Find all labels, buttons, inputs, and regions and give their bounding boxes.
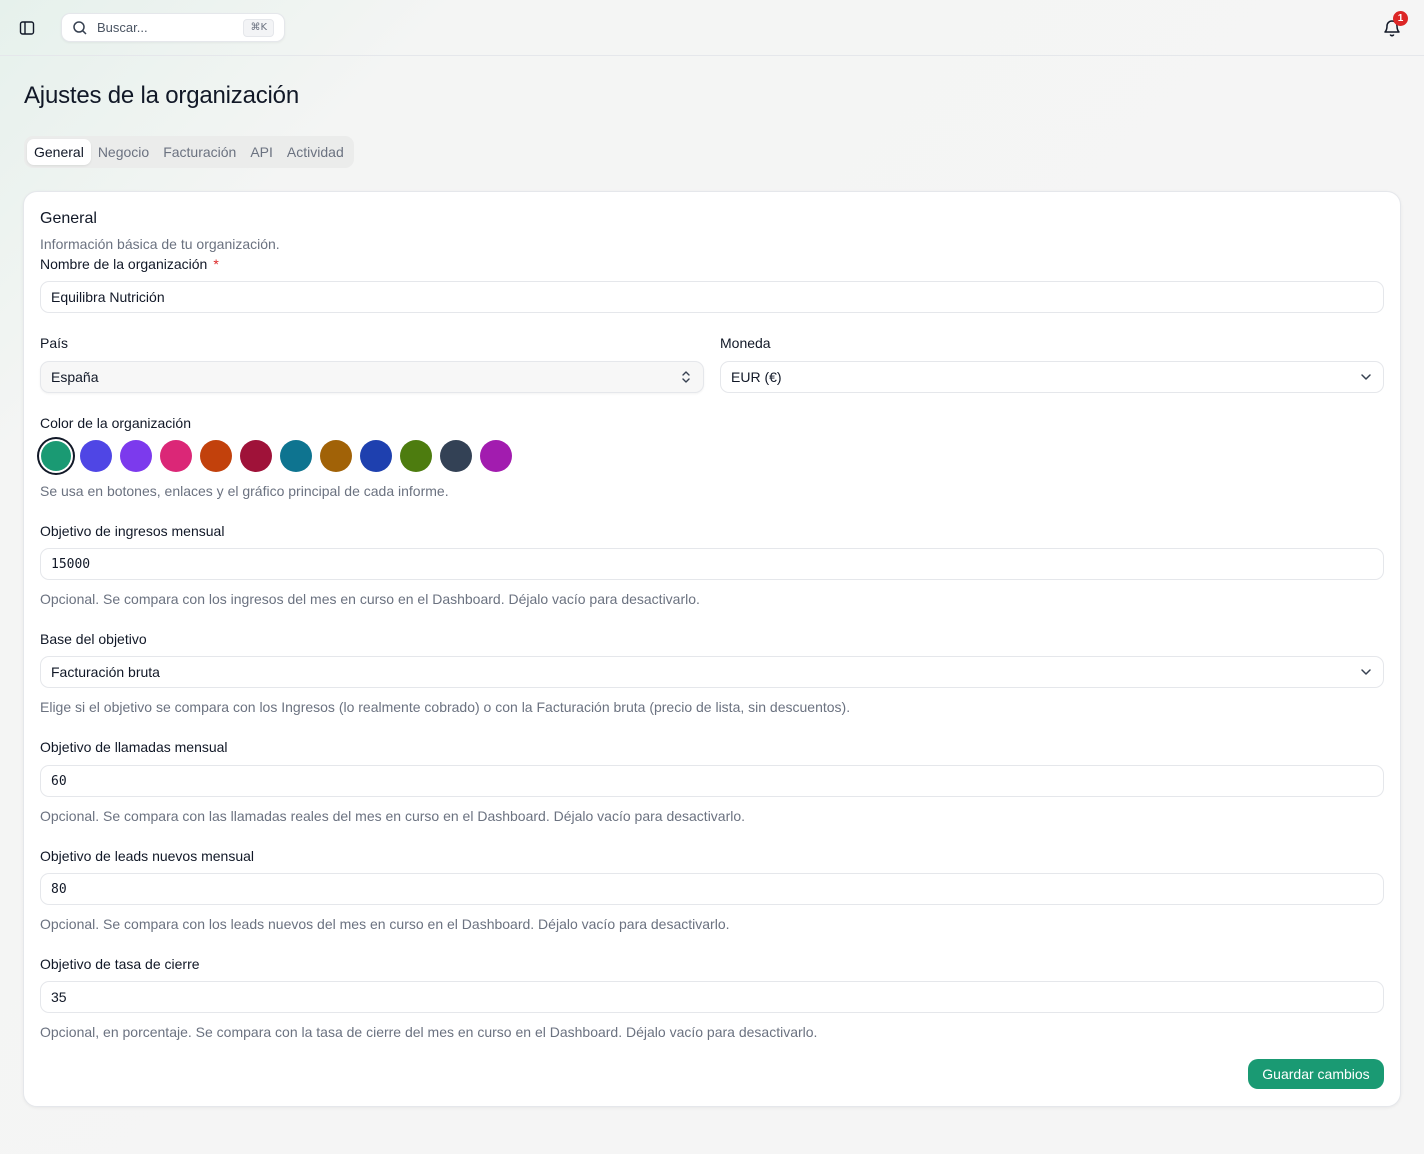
tab-general[interactable]: General [27,139,91,165]
org-name-label-text: Nombre de la organización [40,256,208,272]
calls-goal-input[interactable] [40,765,1384,797]
org-name-label: Nombre de la organización * [40,256,219,272]
notifications-badge: 1 [1393,11,1408,26]
tab-negocio[interactable]: Negocio [91,139,156,165]
color-swatch[interactable] [200,440,232,472]
color-swatch[interactable] [480,440,512,472]
currency-select[interactable]: EUR (€) [720,361,1384,393]
revenue-goal-label: Objetivo de ingresos mensual [40,523,225,539]
org-name-input[interactable] [40,281,1384,313]
calls-goal-label: Objetivo de llamadas mensual [40,739,228,755]
chevron-up-down-icon [679,370,693,384]
color-swatch[interactable] [80,440,112,472]
color-swatch[interactable] [280,440,312,472]
card-description: Información básica de tu organización. [40,236,280,252]
color-swatch[interactable] [240,440,272,472]
search-box[interactable]: ⌘K [61,13,285,42]
close-rate-goal-help: Opcional, en porcentaje. Se compara con … [40,1024,818,1040]
color-swatch[interactable] [120,440,152,472]
top-bar: ⌘K 1 [0,0,1424,56]
currency-label: Moneda [720,335,771,351]
leads-goal-input[interactable] [40,873,1384,905]
card-title: General [40,210,97,227]
tab-api[interactable]: API [243,139,280,165]
search-shortcut-hint: ⌘K [243,19,274,37]
goal-basis-select[interactable]: Facturación bruta [40,656,1384,688]
country-select[interactable]: España [40,361,704,393]
goal-basis-help: Elige si el objetivo se compara con los … [40,699,851,715]
save-button[interactable]: Guardar cambios [1248,1059,1384,1089]
leads-goal-label: Objetivo de leads nuevos mensual [40,848,255,864]
color-swatch[interactable] [360,440,392,472]
revenue-goal-input[interactable] [40,548,1384,580]
org-color-label: Color de la organización [40,415,191,431]
tab-facturacion[interactable]: Facturación [156,139,243,165]
goal-basis-label: Base del objetivo [40,631,147,647]
revenue-goal-help: Opcional. Se compara con los ingresos de… [40,591,700,607]
currency-select-value: EUR (€) [731,369,782,385]
chevron-down-icon [1359,370,1373,384]
color-swatch[interactable] [400,440,432,472]
color-swatch[interactable] [41,441,71,471]
calls-goal-help: Opcional. Se compara con las llamadas re… [40,808,746,824]
search-input[interactable] [97,20,237,35]
country-label: País [40,335,69,351]
org-color-help: Se usa en botones, enlaces y el gráfico … [40,483,449,499]
sidebar-toggle-icon[interactable] [16,17,38,39]
general-settings-card: General Información básica de tu organiz… [23,191,1401,1107]
leads-goal-help: Opcional. Se compara con los leads nuevo… [40,916,730,932]
close-rate-goal-label: Objetivo de tasa de cierre [40,956,200,972]
page-title: Ajustes de la organización [24,82,299,109]
color-swatch[interactable] [440,440,472,472]
country-select-value: España [51,369,99,385]
close-rate-goal-input[interactable] [40,981,1384,1013]
color-swatch[interactable] [160,440,192,472]
chevron-down-icon [1359,665,1373,679]
tab-actividad[interactable]: Actividad [280,139,351,165]
settings-tabs: General Negocio Facturación API Activida… [24,136,354,168]
color-swatch[interactable] [320,440,352,472]
search-icon [72,19,90,37]
required-mark: * [213,256,219,272]
goal-basis-select-value: Facturación bruta [51,664,160,680]
